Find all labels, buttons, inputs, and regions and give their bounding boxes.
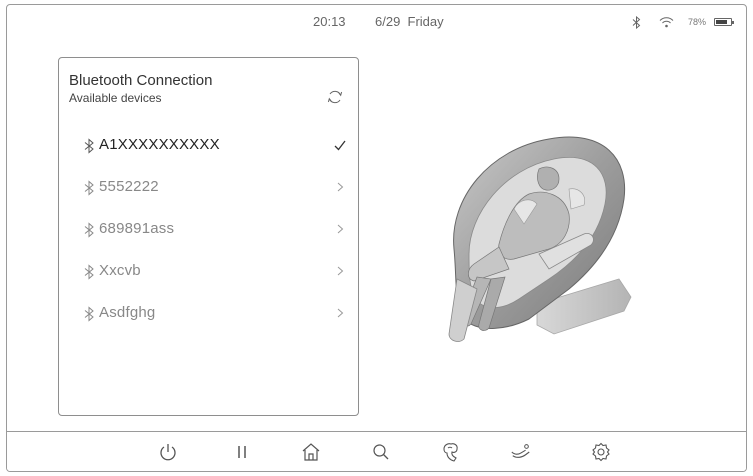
device-name: A1XXXXXXXXXX [99, 136, 220, 153]
device-name: Xxcvb [99, 262, 141, 279]
search-button[interactable] [370, 441, 392, 463]
bluetooth-icon [84, 306, 94, 322]
bottom-nav [7, 431, 746, 471]
chevron-right-icon [337, 182, 344, 192]
home-button[interactable] [300, 441, 322, 463]
check-icon [334, 140, 346, 151]
bluetooth-icon [84, 264, 94, 280]
date-label: 6/29 Friday [375, 14, 444, 29]
bluetooth-panel: Bluetooth Connection Available devices A… [58, 57, 359, 416]
device-name: Asdfghg [99, 304, 156, 321]
chevron-right-icon [337, 266, 344, 276]
battery-icon [714, 18, 734, 26]
device-item[interactable]: 689891ass [59, 212, 358, 254]
bluetooth-icon [84, 138, 94, 154]
device-item[interactable]: Asdfghg [59, 296, 358, 338]
massage-hand-icon [443, 443, 458, 462]
home-icon [302, 443, 320, 461]
status-bar: 20:13 6/29 Friday 78% [7, 5, 746, 35]
panel-subtitle: Available devices [69, 91, 162, 105]
chevron-right-icon [337, 308, 344, 318]
bluetooth-icon [84, 222, 94, 238]
clock: 20:13 [313, 14, 346, 29]
bluetooth-icon [84, 180, 94, 196]
settings-button[interactable] [590, 441, 612, 463]
pause-button[interactable] [231, 441, 253, 463]
wifi-icon [659, 16, 674, 28]
battery-percent: 78% [687, 17, 706, 27]
battery-fill [716, 20, 727, 24]
device-item[interactable]: 5552222 [59, 170, 358, 212]
settings-icon [592, 442, 610, 462]
panel-title: Bluetooth Connection [69, 72, 213, 89]
recline-icon [511, 444, 530, 458]
status-icons: 78% [632, 15, 734, 29]
device-item[interactable]: A1XXXXXXXXXX [59, 128, 358, 170]
device-name: 5552222 [99, 178, 159, 195]
massage-chair-illustration [448, 136, 632, 342]
pause-icon [238, 446, 246, 458]
massage-mode-button[interactable] [440, 441, 462, 463]
refresh-icon [327, 90, 343, 104]
device-name: 689891ass [99, 220, 175, 237]
search-icon [373, 444, 389, 460]
app-window: 20:13 6/29 Friday 78% Bluetooth Connecti… [6, 4, 747, 472]
recline-button[interactable] [510, 441, 532, 463]
power-button[interactable] [157, 441, 179, 463]
refresh-button[interactable] [326, 88, 344, 106]
chevron-right-icon [337, 224, 344, 234]
bluetooth-icon [632, 15, 641, 29]
device-item[interactable]: Xxcvb [59, 254, 358, 296]
device-list: A1XXXXXXXXXX 5552222 689891ass Xxcvb Asd [59, 128, 358, 338]
power-icon [160, 444, 176, 461]
